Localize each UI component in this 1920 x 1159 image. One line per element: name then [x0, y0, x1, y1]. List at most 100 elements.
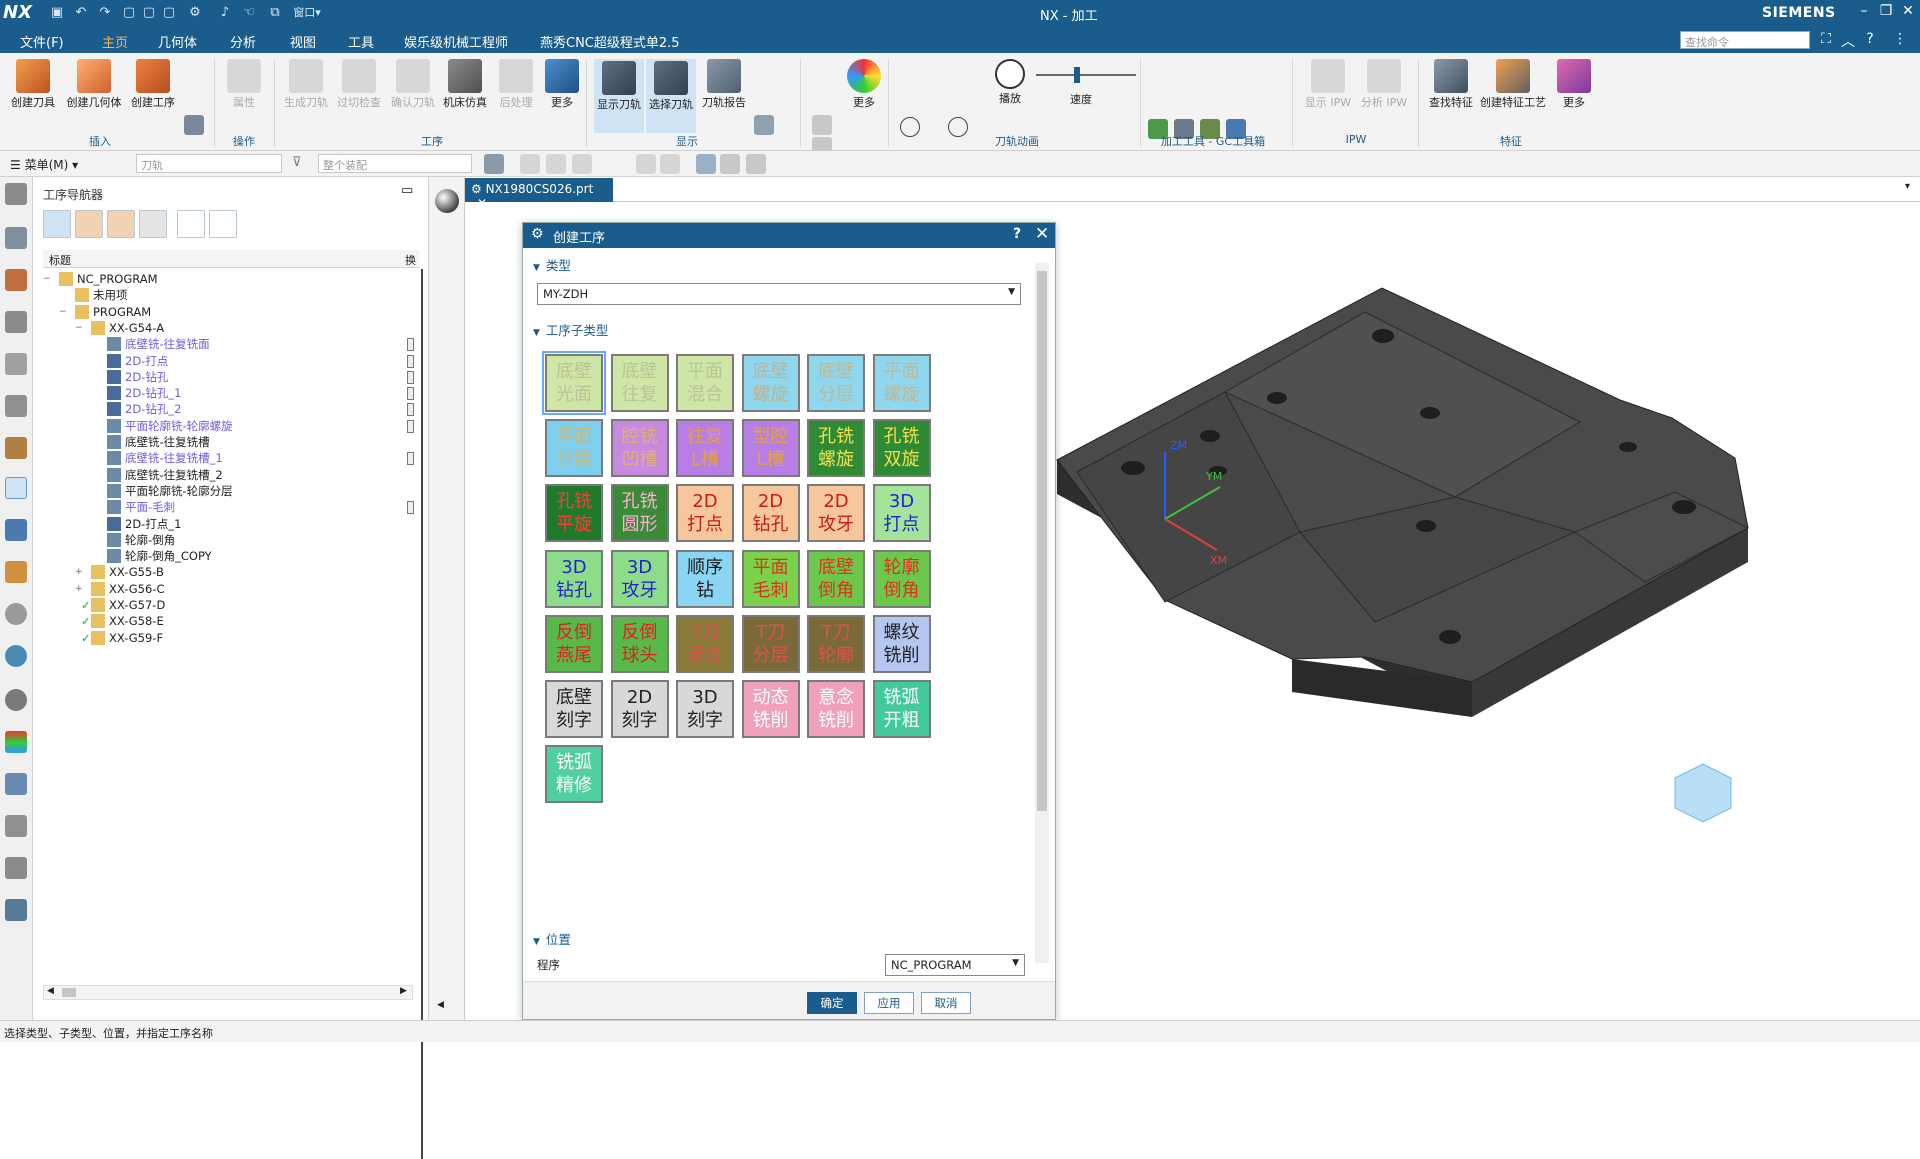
analyze-ipw-button[interactable]: 分析 IPW — [1356, 59, 1412, 109]
column-change[interactable]: 换 — [405, 252, 416, 268]
subtype-tile[interactable]: 3D 打点 — [872, 484, 931, 543]
postprocess-button[interactable]: 后处理 — [494, 59, 538, 109]
generate-toolpath-button[interactable]: 生成刀轨 — [282, 59, 330, 109]
column-title-name[interactable]: 标题 — [49, 252, 71, 268]
tab-list-icon[interactable]: ▾ — [1905, 181, 1910, 192]
subtype-tile[interactable]: 往复 L槽 — [676, 419, 734, 478]
subtype-tile[interactable]: 孔铣 平旋 — [545, 484, 603, 543]
subtype-tile[interactable]: 孔铣 圆形 — [610, 484, 669, 543]
help-icon[interactable]: ? — [1860, 31, 1880, 47]
show-toolpath-button[interactable]: 显示刀轨 — [594, 59, 644, 133]
apply-button[interactable]: 应用 — [864, 992, 914, 1014]
properties-button[interactable]: 属性 — [222, 59, 266, 109]
process-navigator-icon[interactable] — [5, 561, 27, 583]
type-select[interactable]: MY-ZDH ▼ — [537, 283, 1021, 305]
subtype-tile[interactable]: 铣弧 开粗 — [872, 680, 931, 738]
subtype-tile[interactable]: T刀 轮廓 — [807, 614, 865, 673]
selection-tool-5-icon[interactable] — [636, 154, 656, 174]
subtype-tile[interactable]: 铣弧 精修 — [545, 745, 603, 804]
subtype-tile[interactable]: 3D 刻字 — [676, 680, 734, 738]
add-column-icon[interactable] — [177, 210, 205, 238]
more-display-button[interactable]: 更多 — [846, 59, 882, 109]
subtype-tile[interactable]: 底壁 光面 — [542, 351, 606, 415]
create-operation-button[interactable]: 创建工序 — [128, 59, 178, 109]
find-feature-button[interactable]: 查找特征 — [1426, 59, 1476, 109]
dialog-scrollbar[interactable] — [1035, 263, 1049, 963]
info-icon[interactable] — [5, 603, 27, 625]
subtype-tile[interactable]: 底壁 分层 — [807, 354, 865, 412]
menu-geometry[interactable]: 几何体 — [158, 32, 197, 51]
undo-icon[interactable]: ↶ — [72, 4, 90, 22]
subtype-tile[interactable]: 底壁 螺旋 — [741, 354, 800, 412]
machine-tool-view-icon[interactable] — [75, 210, 103, 238]
menu-tools[interactable]: 工具 — [348, 32, 374, 51]
toolpath-report-button[interactable]: 刀轨报告 — [700, 59, 748, 109]
dialog-close-icon[interactable]: ✕ — [1035, 224, 1049, 244]
constraint-navigator-icon[interactable] — [5, 269, 27, 291]
dialog-scroll-thumb[interactable] — [1037, 271, 1047, 811]
menu-dropdown[interactable]: ☰ 菜单(M) ▾ — [10, 156, 78, 173]
more-process-button[interactable]: 更多 — [544, 59, 580, 109]
subtype-tile[interactable]: 反倒 燕尾 — [545, 614, 603, 673]
subtype-tile[interactable]: 腔铣 凹槽 — [610, 419, 669, 478]
subtype-tile[interactable]: 反倒 球头 — [610, 614, 669, 673]
mic-icon[interactable]: ♪ — [216, 4, 234, 22]
sphere-icon[interactable] — [435, 189, 459, 213]
search-icon[interactable]: ⌕ — [1790, 31, 1810, 47]
scroll-left-icon[interactable]: ◀ — [47, 986, 54, 996]
subtype-tile[interactable]: 顺序钻 — [676, 549, 734, 608]
history-icon[interactable] — [5, 689, 27, 711]
menu-plugin-engineer[interactable]: 娱乐级机械工程师 — [404, 32, 508, 51]
scroll-right-icon[interactable]: ▶ — [400, 986, 407, 996]
speed-slider-thumb[interactable] — [1074, 67, 1080, 83]
create-feature-process-button[interactable]: 创建特征工艺 — [1478, 59, 1548, 109]
insert-extra-icon-1[interactable] — [184, 115, 204, 135]
minimize-button[interactable]: – — [1852, 3, 1876, 19]
speed-slider[interactable] — [1036, 74, 1136, 76]
machine-navigator-icon[interactable] — [5, 437, 27, 459]
visualization-icon[interactable] — [5, 899, 27, 921]
section-position[interactable]: ▼ 位置 — [533, 929, 571, 948]
select-toolpath-button[interactable]: 选择刀轨 — [646, 59, 696, 133]
subtype-tile[interactable]: 平面 分层 — [545, 419, 603, 478]
subtype-tile[interactable]: 底壁 倒角 — [807, 549, 865, 608]
scope-dropdown[interactable]: 整个装配 — [318, 154, 472, 173]
arrow-up-icon[interactable] — [812, 115, 832, 135]
scroll-thumb[interactable] — [62, 988, 76, 997]
restore-button[interactable]: ❐ — [1874, 3, 1898, 19]
remove-item-icon[interactable] — [209, 210, 237, 238]
tools-icon[interactable] — [5, 815, 27, 837]
selection-tool-6-icon[interactable] — [660, 154, 680, 174]
selection-tool-1-icon[interactable] — [484, 154, 504, 174]
ok-button[interactable]: 确定 — [807, 992, 857, 1014]
section-type[interactable]: ▼ 类型 — [533, 255, 571, 274]
settings-icon[interactable] — [5, 183, 27, 205]
subtype-tile[interactable]: 底壁 往复 — [610, 354, 669, 412]
subtype-tile[interactable]: 2D 打点 — [676, 484, 734, 543]
display-option-icon[interactable] — [754, 115, 774, 135]
subtype-tile[interactable]: 2D 刻字 — [610, 680, 669, 738]
assembly-navigator-icon[interactable] — [5, 227, 27, 249]
menu-file[interactable]: 文件(F) — [20, 32, 64, 51]
paste-icon[interactable]: ▢ — [160, 4, 178, 22]
cut-icon[interactable]: ▢ — [120, 4, 138, 22]
subtype-tile[interactable]: 2D 钻孔 — [741, 484, 800, 543]
show-hide-icon[interactable] — [720, 154, 740, 174]
menu-analysis[interactable]: 分析 — [230, 32, 256, 51]
web-browser-icon[interactable] — [5, 645, 27, 667]
verify-toolpath-button[interactable]: 确认刀轨 — [388, 59, 438, 109]
menu-home[interactable]: 主页 — [102, 32, 128, 51]
subtype-tile[interactable]: 平面 毛刺 — [741, 549, 800, 608]
subtype-tile[interactable]: 意念 铣削 — [807, 680, 865, 738]
system-materials-icon[interactable] — [5, 857, 27, 879]
switch-window-icon[interactable]: ⧉ — [266, 4, 284, 22]
hd3d-icon[interactable] — [5, 395, 27, 417]
wcs-icon[interactable] — [696, 154, 716, 174]
subtype-tile[interactable]: 2D 攻牙 — [807, 484, 865, 543]
save-icon[interactable]: ▣ — [48, 4, 66, 22]
subtype-tile[interactable]: 螺纹 铣削 — [872, 614, 931, 673]
cancel-button[interactable]: 取消 — [921, 992, 971, 1014]
subtype-tile[interactable]: 平面 螺旋 — [872, 354, 931, 412]
subtype-tile[interactable]: 3D 钻孔 — [545, 549, 603, 608]
overcut-check-button[interactable]: 过切检查 — [334, 59, 384, 109]
